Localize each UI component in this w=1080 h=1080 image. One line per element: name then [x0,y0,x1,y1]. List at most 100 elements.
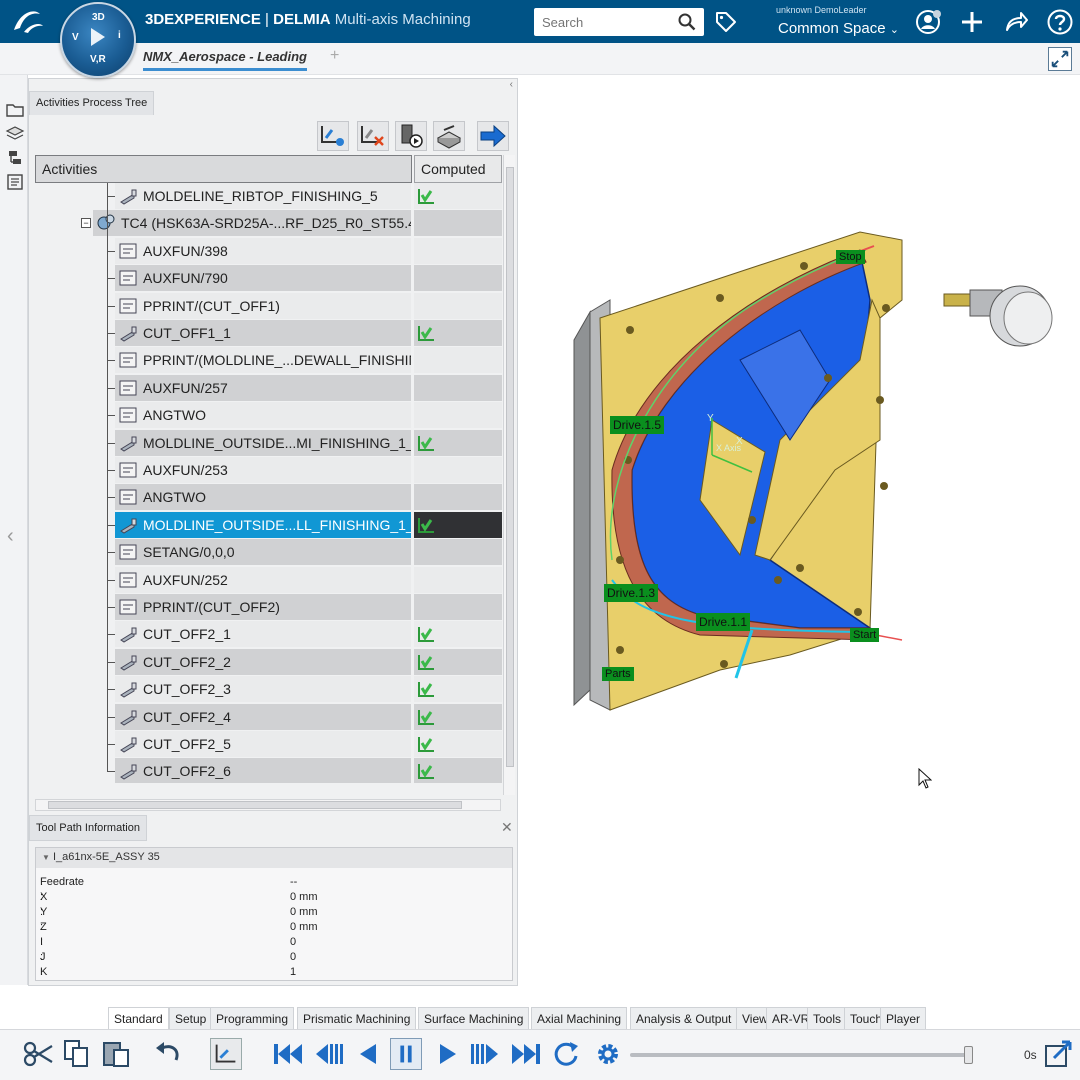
tree-row[interactable]: AUXFUN/398 [35,237,502,264]
tree-row[interactable]: AUXFUN/253 [35,457,502,483]
tree-row[interactable]: AUXFUN/252 [35,566,502,593]
play-backward-icon[interactable] [352,1038,384,1070]
action-tab[interactable]: Programming [210,1007,295,1029]
compass-widget[interactable]: 3D i V V,R [60,2,136,78]
tree-horizontal-scrollbar[interactable] [35,799,501,811]
tree-row-label-cell[interactable]: CUT_OFF2_3 [115,676,411,703]
tree-row-label-cell[interactable]: PPRINT/(CUT_OFF1) [115,292,411,319]
folder-icon[interactable] [5,101,25,119]
tree-row[interactable]: CUT_OFF2_3 [35,676,502,703]
replay-slider-handle[interactable] [964,1046,973,1064]
layers-icon[interactable] [5,125,25,143]
search-box[interactable] [534,8,704,36]
step-forward-icon[interactable] [470,1038,502,1070]
action-tab[interactable]: Player [880,1007,927,1029]
pause-icon[interactable] [390,1038,422,1070]
action-tab[interactable]: Surface Machining [418,1007,530,1029]
tree-row[interactable]: ANGTWO [35,402,502,429]
panel-collapse-icon[interactable]: ‹ [510,79,513,90]
chevron-left-icon[interactable]: ‹ [7,525,14,548]
last-frame-icon[interactable] [510,1038,542,1070]
tree-row[interactable]: CUT_OFF2_1 [35,621,502,648]
scrollbar-thumb[interactable] [506,167,514,767]
label-drive-1-1[interactable]: Drive.1.1 [696,613,751,631]
tree-row-label-cell[interactable]: AUXFUN/398 [115,237,411,264]
copy-icon[interactable] [60,1038,92,1070]
tree-row-label-cell[interactable]: CUT_OFF2_2 [115,648,411,675]
action-tab[interactable]: Axial Machining [531,1007,628,1029]
tree-row[interactable]: ANGTWO [35,484,502,511]
compute-tool-path-button[interactable] [317,121,349,151]
tree-row-label-cell[interactable]: AUXFUN/253 [115,457,411,483]
tree-row-label-cell[interactable]: AUXFUN/790 [115,265,411,292]
3d-viewer[interactable]: Stop Drive.1.5 Drive.1.3 Drive.1.1 Start… [520,75,1080,1005]
panel-title-tool-path-information[interactable]: Tool Path Information [29,815,147,841]
search-icon[interactable] [678,13,696,31]
close-icon[interactable]: ✕ [501,819,513,836]
collaborative-space-select[interactable]: Common Space ⌄ [778,20,899,37]
tree-row[interactable]: CUT_OFF2_4 [35,703,502,730]
label-parts[interactable]: Parts [602,667,634,681]
paste-icon[interactable] [100,1038,132,1070]
share-icon[interactable] [1002,8,1030,36]
tree-row[interactable]: AUXFUN/257 [35,374,502,401]
profile-icon[interactable] [914,8,942,36]
loop-icon[interactable] [550,1038,582,1070]
action-tab[interactable]: Analysis & Output [630,1007,738,1029]
document-tab[interactable]: NMX_Aerospace - Leading [143,49,307,71]
scissors-icon[interactable] [22,1038,54,1070]
tree-row-label-cell[interactable]: CUT_OFF2_1 [115,621,411,648]
tree-row[interactable]: AUXFUN/790 [35,265,502,292]
tree-row-label-cell[interactable]: ANGTWO [115,402,411,429]
collapse-view-icon[interactable] [1048,47,1072,71]
tool-path-section-header[interactable]: ▼ I_a61nx-5E_ASSY 35 [36,848,512,868]
label-drive-1-5[interactable]: Drive.1.5 [610,416,665,434]
search-input[interactable] [534,8,664,36]
delete-tool-path-button[interactable] [357,121,389,151]
tree-row-label-cell[interactable]: PPRINT/(MOLDLINE_...DEWALL_FINISHING) [115,347,411,374]
tool-path-replay-button[interactable] [395,121,427,151]
tree-row-label-cell[interactable]: AUXFUN/252 [115,566,411,593]
tree-row-label-cell[interactable]: AUXFUN/257 [115,374,411,401]
action-tab[interactable]: Prismatic Machining [297,1007,417,1029]
step-backward-icon[interactable] [312,1038,344,1070]
action-tab[interactable]: Standard [108,1007,169,1029]
tree-icon[interactable] [5,149,25,167]
ds-logo-icon[interactable] [10,6,50,36]
tree-row[interactable]: MOLDELINE_RIBTOP_FINISHING_5 [35,183,502,209]
tree-row-label-cell[interactable]: MOLDLINE_OUTSIDE...LL_FINISHING_1_5X [115,511,411,538]
label-stop[interactable]: Stop [836,250,865,264]
tree-row-label-cell[interactable]: CUT_OFF2_6 [115,758,411,783]
tree-row-label-cell[interactable]: CUT_OFF2_4 [115,703,411,730]
tree-row[interactable]: CUT_OFF2_2 [35,648,502,675]
tree-row-label-cell[interactable]: MOLDLINE_OUTSIDE...MI_FINISHING_1_5X [115,429,411,456]
material-removal-button[interactable] [433,121,465,151]
action-tab[interactable]: Tools [807,1007,848,1029]
exit-icon[interactable] [1042,1038,1074,1070]
tree-row-label-cell[interactable]: CUT_OFF1_1 [115,320,411,346]
help-icon[interactable] [1046,8,1074,36]
label-drive-1-3[interactable]: Drive.1.3 [604,584,659,602]
tree-row[interactable]: CUT_OFF2_6 [35,758,502,783]
tree-row[interactable]: SETANG/0,0,0 [35,539,502,566]
next-step-button[interactable] [477,121,509,151]
tree-row[interactable]: TC4 (HSK63A-SRD25A-...RF_D25_R0_ST55.42)… [35,210,502,237]
tree-row[interactable]: PPRINT/(MOLDLINE_...DEWALL_FINISHING) [35,347,502,374]
tree-row-label-cell[interactable]: CUT_OFF2_5 [115,731,411,757]
play-forward-icon[interactable] [432,1038,464,1070]
tool-path-icon[interactable] [210,1038,242,1070]
column-header-computed[interactable]: Computed [414,155,502,183]
tree-row[interactable]: PPRINT/(CUT_OFF2) [35,594,502,620]
tree-row-label-cell[interactable]: ANGTWO [115,484,411,511]
compass-play-icon[interactable] [91,28,105,46]
tree-row-label-cell[interactable]: MOLDELINE_RIBTOP_FINISHING_5 [115,183,411,209]
add-icon[interactable] [958,8,986,36]
tree-row-label-cell[interactable]: TC4 (HSK63A-SRD25A-...RF_D25_R0_ST55.42)… [93,210,411,237]
tree-row-label-cell[interactable]: PPRINT/(CUT_OFF2) [115,594,411,620]
tree-row[interactable]: MOLDLINE_OUTSIDE...LL_FINISHING_1_5X [35,511,502,538]
undo-icon[interactable] [152,1038,184,1070]
tree-vertical-scrollbar[interactable] [503,155,515,795]
first-frame-icon[interactable] [272,1038,304,1070]
tree-row[interactable]: PPRINT/(CUT_OFF1) [35,292,502,319]
action-tab[interactable]: Setup [169,1007,213,1029]
